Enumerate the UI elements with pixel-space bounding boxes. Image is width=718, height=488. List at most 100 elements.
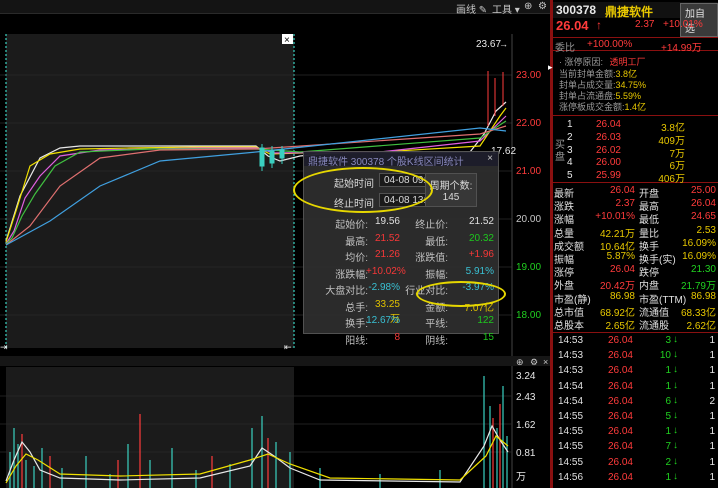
collapse-arrow-icon[interactable]: ▸ bbox=[548, 62, 553, 73]
stat-row: 外盘 20.42万 内盘 21.79万 bbox=[553, 277, 718, 292]
popup-title-bar[interactable]: 鼎捷软件 300378 个股K线区间统计 × bbox=[304, 152, 498, 168]
tick-volume: 1 bbox=[665, 380, 671, 392]
stat-value: 24.65 bbox=[690, 211, 716, 223]
tools-button[interactable]: 工具 ▾ bbox=[492, 1, 520, 16]
tick-row[interactable]: 14:54 26.04 1 ↓ 1 bbox=[553, 380, 718, 393]
arrow-down-icon: ↓ bbox=[673, 394, 678, 406]
arrow-down-icon: ↓ bbox=[673, 470, 678, 482]
quote-panel: 300378 鼎捷软件 加自选 26.04 ↑ 2.37 +10.01% 委比 … bbox=[553, 0, 718, 488]
range-end-handle-icon[interactable]: ⇤ bbox=[284, 342, 292, 352]
tick-row[interactable]: 14:54 26.04 6 ↓ 2 bbox=[553, 394, 718, 408]
tools-label: 工具 bbox=[492, 5, 512, 16]
price-change-pct: +10.01% bbox=[663, 19, 703, 30]
stat-value: 86.98 bbox=[690, 290, 716, 302]
volume-chart[interactable]: ⊕ ⚙ × 3.24 2.43 1.62 0.81 万 bbox=[0, 356, 552, 488]
arrow-down-icon: ↓ bbox=[673, 364, 678, 376]
tick-row[interactable]: 14:55 26.04 7 ↓ 1 bbox=[553, 440, 718, 453]
tick-row[interactable]: 14:56 26.04 1 ↓ 1 bbox=[553, 470, 718, 484]
stock-header: 300378 鼎捷软件 加自选 bbox=[553, 2, 718, 37]
settings-icon[interactable]: ⚙ bbox=[530, 357, 538, 367]
tick-count: 1 bbox=[709, 426, 715, 438]
stat-value: +10.01% bbox=[595, 211, 635, 223]
price-tick: 18.00 bbox=[516, 310, 541, 321]
tick-price: 26.04 bbox=[607, 426, 633, 438]
tick-price: 26.04 bbox=[607, 365, 633, 377]
tick-row[interactable]: 14:55 26.04 5 ↓ 1 bbox=[553, 410, 718, 423]
arrow-up-icon: ↑ bbox=[596, 18, 602, 32]
tick-row[interactable]: 14:53 26.04 10 ↓ 1 bbox=[553, 349, 718, 362]
stat-label: 阳线: bbox=[345, 335, 368, 347]
tick-time: 14:55 bbox=[558, 411, 584, 422]
stat-label: 最高: bbox=[345, 236, 368, 248]
tick-count: 1 bbox=[709, 365, 715, 377]
tick-time: 14:54 bbox=[558, 395, 584, 407]
arrow-down-icon: ↓ bbox=[673, 455, 678, 467]
stat-row: 总量 42.21万 量比 2.53 bbox=[553, 224, 718, 240]
price-tick: 22.00 bbox=[516, 118, 541, 129]
stock-code: 300378 bbox=[556, 3, 597, 17]
stat-value: 21.52 bbox=[374, 232, 400, 244]
tick-row[interactable]: 14:53 26.04 1 ↓ 1 bbox=[553, 364, 718, 377]
tick-time: 14:53 bbox=[558, 350, 584, 362]
bid-row[interactable]: 3 26.02 7万 bbox=[553, 145, 718, 160]
bid-row[interactable]: 2 26.03 409万 bbox=[553, 131, 718, 147]
bid-level: 2 bbox=[567, 131, 573, 143]
limit-up-amount-label: 涨停板成交金额: bbox=[559, 102, 625, 112]
stat-value: 2.62亿 bbox=[686, 321, 716, 332]
stat-value: 8 bbox=[394, 331, 400, 343]
stat-row: 涨停 26.04 跌停 21.30 bbox=[553, 264, 718, 279]
bid-row[interactable]: 5 25.99 406万 bbox=[553, 170, 718, 185]
range-start-handle-icon[interactable]: ⇥ bbox=[0, 342, 8, 352]
stat-value: 16.09% bbox=[682, 251, 716, 262]
bid-level: 1 bbox=[567, 119, 573, 130]
bid-level: 4 bbox=[567, 157, 573, 169]
bid-level: 5 bbox=[567, 170, 573, 182]
last-price: 26.04 bbox=[556, 18, 589, 33]
stat-row: 市盈(静) 86.98 市盈(TTM) 86.98 bbox=[553, 290, 718, 306]
tick-time: 14:54 bbox=[558, 380, 584, 392]
draw-line-button[interactable]: 画线 ✎ bbox=[456, 1, 487, 16]
stat-row: 振幅 5.87% 换手(实) 16.09% bbox=[553, 251, 718, 266]
stat-label: 涨跌幅: bbox=[335, 269, 368, 281]
bid-row[interactable]: 1 26.04 3.8亿 bbox=[553, 119, 718, 134]
tick-row[interactable]: 14:53 26.04 3 ↓ 1 bbox=[553, 334, 718, 347]
stat-value: 5.87% bbox=[606, 251, 635, 262]
stat-value: -2.98% bbox=[368, 282, 400, 293]
stat-label: 总股本 bbox=[554, 321, 584, 332]
zoom-in-icon[interactable]: ⊕ bbox=[524, 1, 532, 12]
close-icon[interactable]: × bbox=[543, 357, 548, 367]
close-icon[interactable]: × bbox=[487, 153, 493, 164]
highlight-ellipse-amount bbox=[416, 281, 506, 307]
tick-row[interactable]: 14:55 26.04 2 ↓ 1 bbox=[553, 455, 718, 469]
tick-row[interactable]: 14:55 26.04 1 ↓ 1 bbox=[553, 425, 718, 438]
tick-count: 1 bbox=[709, 456, 715, 468]
stat-value: 26.04 bbox=[609, 185, 635, 196]
bid-row[interactable]: 4 26.00 6万 bbox=[553, 157, 718, 172]
stat-value: 19.56 bbox=[374, 216, 400, 227]
tick-count: 1 bbox=[709, 411, 715, 422]
stat-value: 21.52 bbox=[468, 216, 494, 227]
stat-label: 流通股 bbox=[639, 321, 669, 332]
stat-value: +1.96 bbox=[468, 249, 494, 260]
close-icon: × bbox=[284, 35, 290, 46]
limit-up-info: · 涨停原因: 透明工厂 当前封单金额:3.8亿 封单占成交量:34.75% 封… bbox=[559, 57, 647, 112]
arrow-down-icon: ↓ bbox=[673, 334, 678, 345]
stat-label: 阴线: bbox=[425, 335, 448, 347]
volume-tick: 1.62 bbox=[516, 420, 536, 431]
settings-icon[interactable]: ⚙ bbox=[538, 1, 547, 12]
draw-label: 画线 bbox=[456, 5, 476, 16]
highlight-ellipse-time bbox=[293, 167, 433, 213]
popup-title: 鼎捷软件 300378 个股K线区间统计 bbox=[308, 157, 464, 168]
bid-book: 买 盘 1 26.04 3.8亿 2 26.03 409万 3 26.02 7万 4 26.00 6万… bbox=[553, 115, 718, 185]
price-row: 26.04 ↑ 2.37 +10.01% bbox=[553, 18, 718, 34]
stats-table: 最新 26.04 开盘 25.00 涨跌 2.37 最高 26.04 涨幅 +10.01% 最低 24… bbox=[553, 185, 718, 332]
zoom-in-icon[interactable]: ⊕ bbox=[516, 357, 524, 367]
range-stats-popup[interactable]: 鼎捷软件 300378 个股K线区间统计 × 起始时间 04-08 09:30 终… bbox=[293, 151, 506, 347]
stat-value: 2.53 bbox=[696, 224, 716, 236]
stat-label: 均价: bbox=[345, 253, 368, 264]
period-count-value: 145 bbox=[442, 192, 460, 203]
stat-label: 振幅: bbox=[425, 269, 448, 281]
stat-label: 最低: bbox=[425, 236, 448, 248]
tick-time: 14:55 bbox=[558, 441, 584, 453]
tick-list[interactable]: 14:53 26.04 3 ↓ 1 14:53 26.04 10 ↓ 1 14:53 26.04 1 ↓ 1… bbox=[553, 334, 718, 488]
